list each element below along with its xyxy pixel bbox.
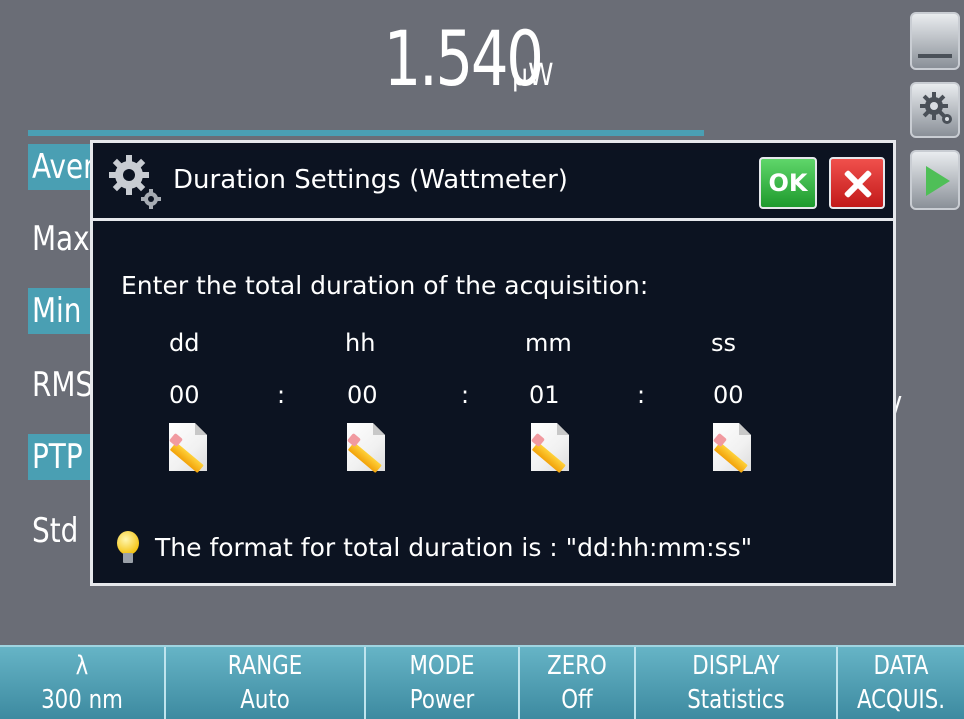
range-button[interactable]: RANGE Auto bbox=[166, 647, 366, 719]
separator: : bbox=[277, 381, 286, 409]
edit-minutes-icon[interactable] bbox=[529, 421, 575, 477]
mode-button[interactable]: MODE Power bbox=[366, 647, 520, 719]
duration-prompt: Enter the total duration of the acquisit… bbox=[121, 271, 649, 300]
minutes-value[interactable]: 01 bbox=[529, 381, 560, 409]
play-icon bbox=[926, 166, 950, 196]
duration-settings-dialog: Duration Settings (Wattmeter) OK Enter t… bbox=[90, 140, 896, 586]
edit-days-icon[interactable] bbox=[167, 421, 213, 477]
minutes-label: mm bbox=[525, 329, 572, 357]
bottom-toolbar: λ 300 nm RANGE Auto MODE Power ZERO Off DISP… bbox=[0, 645, 964, 719]
cancel-button[interactable] bbox=[829, 157, 885, 209]
separator: : bbox=[637, 381, 646, 409]
settings-icon bbox=[920, 92, 954, 130]
reading-unit: μW bbox=[512, 58, 554, 93]
dialog-header: Duration Settings (Wattmeter) OK bbox=[93, 143, 893, 221]
seconds-value[interactable]: 00 bbox=[713, 381, 744, 409]
start-button[interactable] bbox=[910, 150, 960, 210]
format-hint: The format for total duration is : "dd:h… bbox=[155, 533, 753, 562]
settings-button[interactable] bbox=[910, 82, 960, 138]
days-value[interactable]: 00 bbox=[169, 381, 200, 409]
edit-hours-icon[interactable] bbox=[345, 421, 391, 477]
wavelength-button[interactable]: λ 300 nm bbox=[0, 647, 166, 719]
data-acquisition-button[interactable]: DATA ACQUIS. bbox=[838, 647, 964, 719]
hours-value[interactable]: 00 bbox=[347, 381, 378, 409]
lightbulb-icon bbox=[117, 531, 139, 565]
separator: : bbox=[461, 381, 470, 409]
display-button[interactable]: DISPLAY Statistics bbox=[636, 647, 838, 719]
days-label: dd bbox=[169, 329, 200, 357]
seconds-label: ss bbox=[711, 329, 737, 357]
settings-gear-icon bbox=[105, 151, 165, 215]
minimize-button[interactable] bbox=[910, 12, 960, 70]
hours-label: hh bbox=[345, 329, 376, 357]
reading-underline bbox=[28, 130, 704, 136]
dialog-title: Duration Settings (Wattmeter) bbox=[173, 165, 568, 195]
zero-button[interactable]: ZERO Off bbox=[520, 647, 636, 719]
power-reading: 1.540 μW bbox=[0, 14, 900, 103]
edit-seconds-icon[interactable] bbox=[711, 421, 757, 477]
ok-button[interactable]: OK bbox=[759, 157, 817, 209]
